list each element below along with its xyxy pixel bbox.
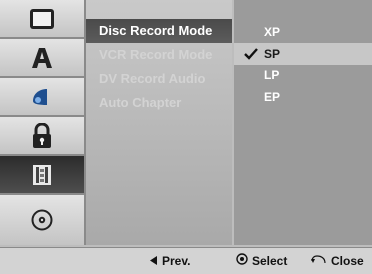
sidebar-item-display[interactable] [0, 0, 84, 39]
menu-item-auto-chapter[interactable]: Auto Chapter [86, 91, 232, 115]
option-label: XP [264, 25, 281, 39]
sidebar-item-record[interactable] [0, 156, 84, 195]
close-label: Close [331, 254, 364, 268]
option-label: SP [264, 47, 281, 61]
option-label: LP [264, 68, 280, 82]
lock-icon [31, 122, 53, 149]
disc-icon [31, 209, 53, 231]
prev-hint[interactable]: Prev. [150, 248, 190, 274]
setup-category-sidebar [0, 0, 86, 245]
prev-label: Prev. [162, 254, 191, 268]
left-arrow-icon [150, 248, 158, 274]
close-hint[interactable]: Close [311, 248, 364, 274]
setup-screen: Disc Record Mode VCR Record Mode DV Reco… [0, 0, 372, 274]
select-label: Select [252, 254, 288, 268]
sidebar-item-lock[interactable] [0, 117, 84, 156]
menu-item-disc-record-mode[interactable]: Disc Record Mode [86, 19, 232, 43]
sidebar-item-language[interactable] [0, 39, 84, 78]
checkmark-icon [242, 43, 260, 65]
record-mode-options: XP SP LP EP [234, 0, 372, 245]
option-lp[interactable]: LP [234, 64, 372, 86]
option-xp[interactable]: XP [234, 21, 372, 43]
language-letter-a-icon [29, 45, 55, 71]
sidebar-item-audio[interactable] [0, 78, 84, 117]
return-arrow-icon [311, 248, 327, 274]
enter-button-icon [236, 248, 248, 274]
select-hint[interactable]: Select [236, 248, 287, 274]
option-ep[interactable]: EP [234, 86, 372, 108]
bottom-hint-bar: Prev. Select Close [0, 247, 372, 274]
menu-item-dv-record-audio[interactable]: DV Record Audio [86, 67, 232, 91]
option-label: EP [264, 90, 281, 104]
record-settings-menu: Disc Record Mode VCR Record Mode DV Reco… [86, 0, 232, 245]
audio-speaker-icon [29, 85, 55, 109]
tv-screen-icon [29, 8, 55, 30]
film-record-icon [31, 163, 53, 187]
sidebar-item-disc[interactable] [0, 195, 84, 245]
menu-item-vcr-record-mode[interactable]: VCR Record Mode [86, 43, 232, 67]
option-sp[interactable]: SP [234, 43, 372, 65]
